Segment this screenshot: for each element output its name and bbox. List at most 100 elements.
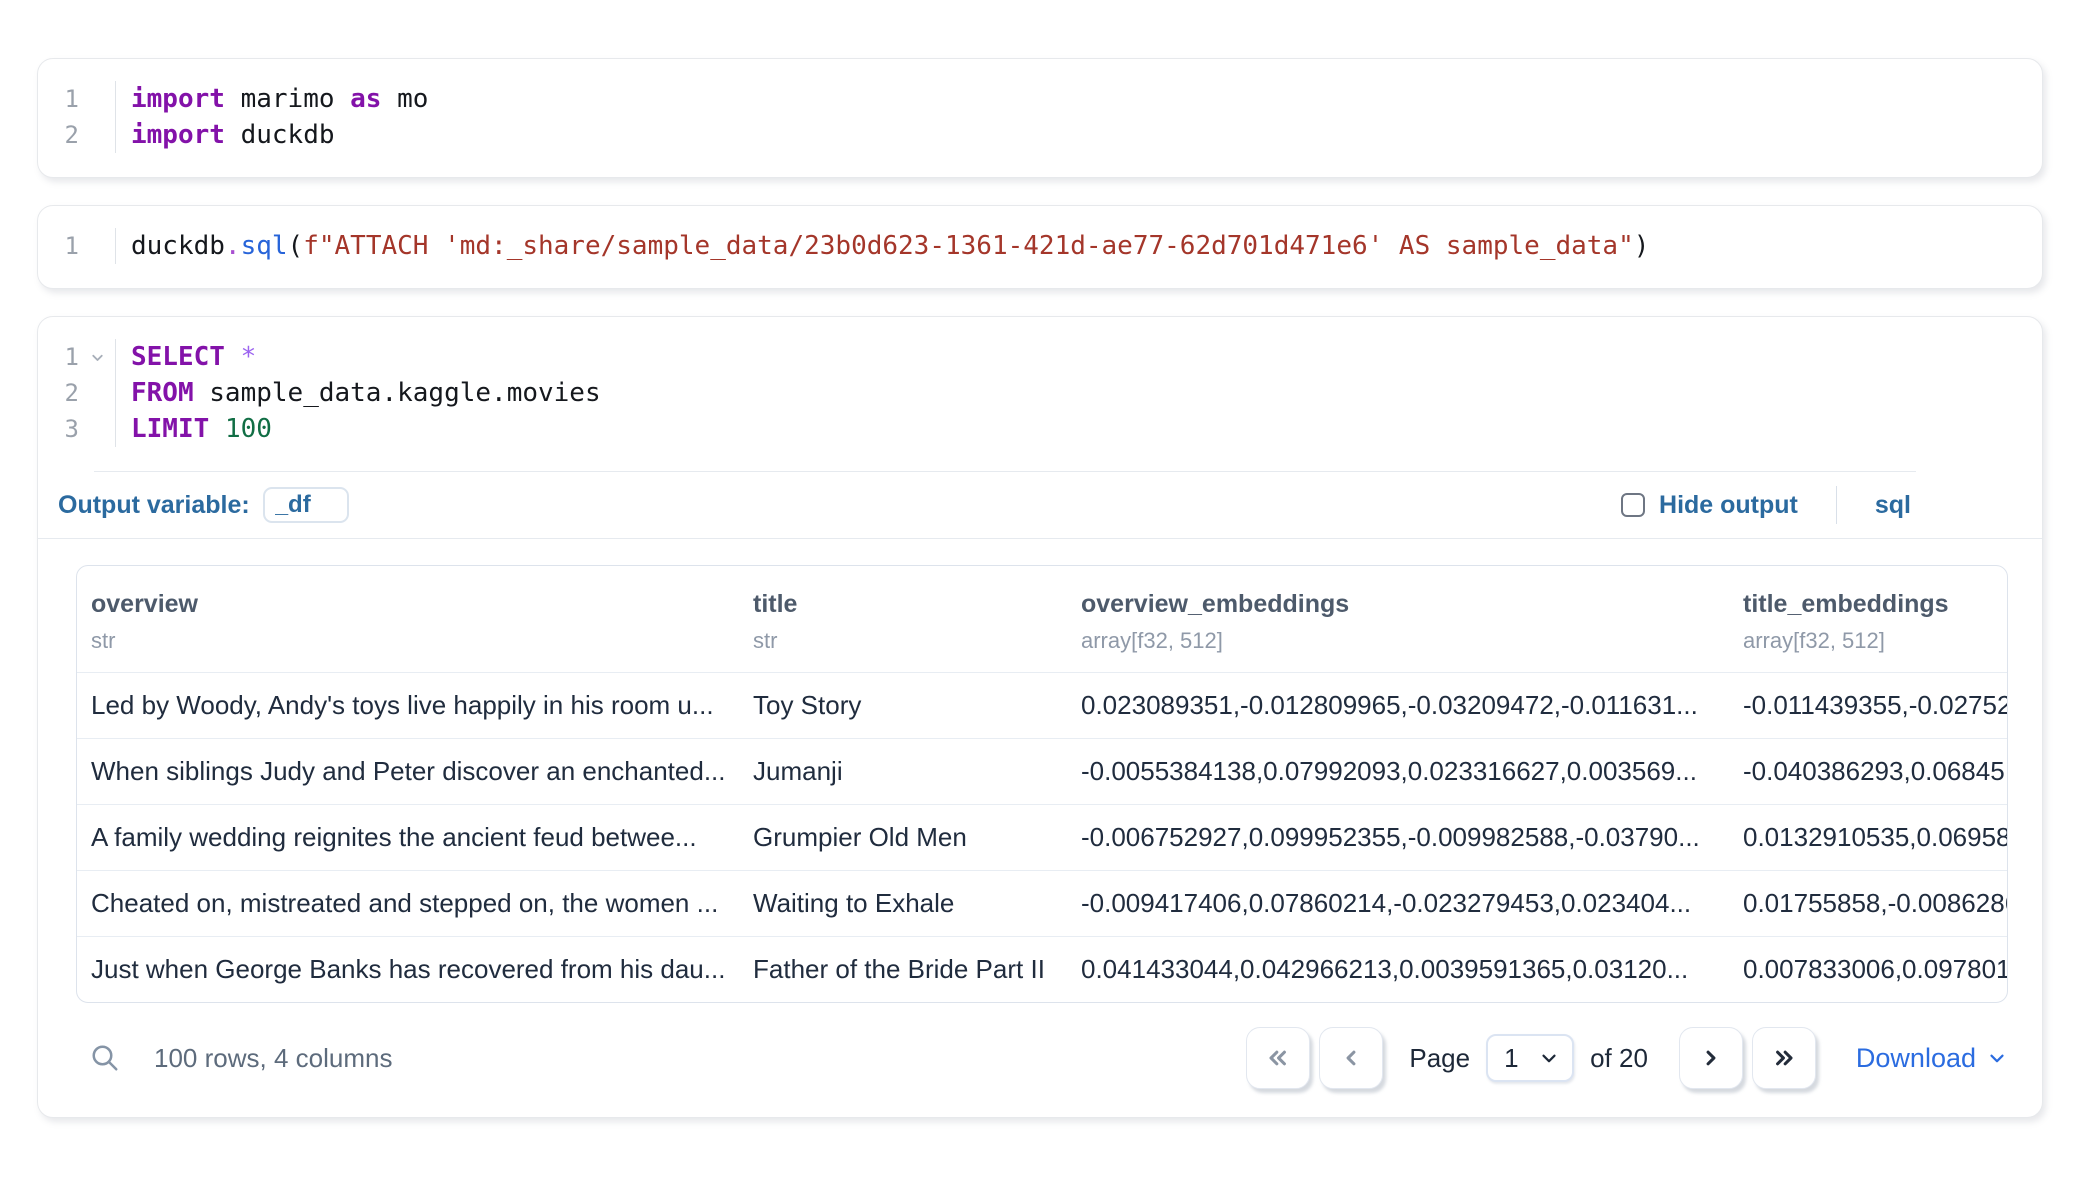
table-row[interactable]: Led by Woody, Andy's toys live happily i… bbox=[77, 672, 2007, 738]
code-token-plain: ) bbox=[1634, 231, 1650, 261]
code-token-num: 100 bbox=[225, 414, 272, 444]
code-token-kw: LIMIT bbox=[131, 414, 209, 444]
table-cell[interactable]: -0.0055384138,0.07992093,0.023316627,0.0… bbox=[1067, 739, 1729, 804]
line-number-gutter: 1 bbox=[38, 228, 116, 264]
table-cell[interactable]: Waiting to Exhale bbox=[739, 871, 1067, 936]
code-token-kw: as bbox=[350, 84, 381, 114]
cell-output-area: overviewstrtitlestroverview_embeddingsar… bbox=[38, 539, 2042, 1117]
output-variable-bar: Output variable: Hide output sql bbox=[38, 472, 2042, 538]
code-token-star: * bbox=[241, 342, 257, 372]
table-cell[interactable]: Just when George Banks has recovered fro… bbox=[77, 937, 739, 1002]
line-number: 3 bbox=[38, 415, 79, 443]
code-token-op: . bbox=[225, 231, 241, 261]
code-token-plain: ( bbox=[288, 231, 304, 261]
column-type: str bbox=[753, 628, 1045, 654]
table-row[interactable]: A family wedding reignites the ancient f… bbox=[77, 804, 2007, 870]
page-number-select[interactable]: 1 bbox=[1486, 1034, 1574, 1082]
code-lines[interactable]: SELECT *FROM sample_data.kaggle.moviesLI… bbox=[116, 339, 2042, 447]
code-lines[interactable]: duckdb.sql(f"ATTACH 'md:_share/sample_da… bbox=[116, 228, 2042, 264]
code-token-plain: duckdb bbox=[225, 120, 335, 150]
table-cell[interactable]: Jumanji bbox=[739, 739, 1067, 804]
output-variable-label: Output variable: bbox=[58, 491, 250, 520]
first-page-button[interactable] bbox=[1246, 1027, 1310, 1089]
code-editor[interactable]: 12import marimo as moimport duckdb bbox=[38, 59, 2042, 177]
table-cell[interactable]: -0.040386293,0.06845 bbox=[1729, 739, 2007, 804]
search-button[interactable] bbox=[90, 1043, 120, 1073]
table-cell[interactable]: -0.009417406,0.07860214,-0.023279453,0.0… bbox=[1067, 871, 1729, 936]
table-cell[interactable]: A family wedding reignites the ancient f… bbox=[77, 805, 739, 870]
column-header-overview[interactable]: overview str bbox=[77, 590, 739, 654]
table-header-row: overviewstrtitlestroverview_embeddingsar… bbox=[77, 566, 2007, 672]
code-token-str: f"ATTACH 'md:_share/sample_data/23b0d623… bbox=[303, 231, 1634, 261]
chevrons-left-icon bbox=[1264, 1044, 1292, 1072]
output-variable-input[interactable] bbox=[263, 487, 349, 523]
table-row[interactable]: When siblings Judy and Peter discover an… bbox=[77, 738, 2007, 804]
row-count-summary: 100 rows, 4 columns bbox=[154, 1043, 392, 1074]
chevron-right-icon bbox=[1697, 1044, 1725, 1072]
code-line[interactable]: SELECT * bbox=[131, 339, 2042, 375]
column-type: array[f32, 512] bbox=[1743, 628, 1985, 654]
code-line[interactable]: import marimo as mo bbox=[131, 81, 2042, 117]
column-header-title_embeddings[interactable]: title_embeddings array[f32, 512] bbox=[1729, 590, 2007, 654]
table-cell[interactable]: When siblings Judy and Peter discover an… bbox=[77, 739, 739, 804]
line-number: 1 bbox=[38, 85, 79, 113]
download-button[interactable]: Download bbox=[1856, 1043, 2008, 1074]
column-header-overview_embeddings[interactable]: overview_embeddingsarray[f32, 512] bbox=[1067, 590, 1729, 654]
search-icon bbox=[90, 1043, 120, 1073]
column-header-title[interactable]: title str bbox=[739, 590, 1067, 654]
line-number-gutter: 12 bbox=[38, 81, 116, 153]
code-line[interactable]: LIMIT 100 bbox=[131, 411, 2042, 447]
line-number-gutter: 123 bbox=[38, 339, 116, 447]
page-total-label: of 20 bbox=[1590, 1043, 1648, 1074]
table-cell[interactable]: 0.041433044,0.042966213,0.0039591365,0.0… bbox=[1067, 937, 1729, 1002]
table-cell[interactable]: -0.011439355,-0.02752 bbox=[1729, 673, 2007, 738]
fold-chevron-down-icon[interactable] bbox=[79, 349, 115, 366]
line-number: 2 bbox=[38, 121, 79, 149]
table-cell[interactable]: 0.0132910535,0.06958 bbox=[1729, 805, 2007, 870]
code-cell-attach: 1 duckdb.sql(f"ATTACH 'md:_share/sample_d… bbox=[37, 205, 2043, 289]
table-cell[interactable]: Father of the Bride Part II bbox=[739, 937, 1067, 1002]
code-line[interactable]: FROM sample_data.kaggle.movies bbox=[131, 375, 2042, 411]
column-name: title bbox=[753, 590, 1045, 619]
code-editor[interactable]: 1 duckdb.sql(f"ATTACH 'md:_share/sample_d… bbox=[38, 206, 2042, 288]
table-row[interactable]: Cheated on, mistreated and stepped on, t… bbox=[77, 870, 2007, 936]
column-name: title_embeddings bbox=[1743, 590, 1985, 619]
code-token-kw: import bbox=[131, 120, 225, 150]
chevrons-right-icon bbox=[1770, 1044, 1798, 1072]
last-page-button[interactable] bbox=[1752, 1027, 1816, 1089]
table-footer: 100 rows, 4 columns Page 1 of 20 bbox=[76, 1027, 2008, 1089]
table-cell[interactable]: Led by Woody, Andy's toys live happily i… bbox=[77, 673, 739, 738]
table-cell[interactable]: 0.01755858,-0.0086286 bbox=[1729, 871, 2007, 936]
hide-output-label[interactable]: Hide output bbox=[1659, 491, 1798, 520]
table-cell[interactable]: Grumpier Old Men bbox=[739, 805, 1067, 870]
table-cell[interactable]: Toy Story bbox=[739, 673, 1067, 738]
column-name: overview_embeddings bbox=[1081, 590, 1707, 619]
line-number: 1 bbox=[38, 232, 79, 260]
chevron-left-icon bbox=[1337, 1044, 1365, 1072]
table-row[interactable]: Just when George Banks has recovered fro… bbox=[77, 936, 2007, 1002]
table-cell[interactable]: Cheated on, mistreated and stepped on, t… bbox=[77, 871, 739, 936]
vertical-divider bbox=[1836, 486, 1837, 524]
code-token-plain: marimo bbox=[225, 84, 350, 114]
previous-page-button[interactable] bbox=[1319, 1027, 1383, 1089]
table-cell[interactable]: -0.006752927,0.099952355,-0.009982588,-0… bbox=[1067, 805, 1729, 870]
table-cell[interactable]: 0.023089351,-0.012809965,-0.03209472,-0.… bbox=[1067, 673, 1729, 738]
code-editor[interactable]: 123 SELECT *FROM sample_data.kaggle.movie… bbox=[38, 317, 2042, 471]
code-token-plain: duckdb bbox=[131, 231, 225, 261]
language-badge: sql bbox=[1875, 491, 1911, 520]
code-token-plain bbox=[209, 414, 225, 444]
code-lines[interactable]: import marimo as moimport duckdb bbox=[116, 81, 2042, 153]
code-line[interactable]: import duckdb bbox=[131, 117, 2042, 153]
column-type: str bbox=[91, 628, 717, 654]
code-cell-imports: 12import marimo as moimport duckdb bbox=[37, 58, 2043, 178]
hide-output-checkbox[interactable] bbox=[1621, 493, 1645, 517]
line-number: 1 bbox=[38, 343, 79, 371]
code-line[interactable]: duckdb.sql(f"ATTACH 'md:_share/sample_da… bbox=[131, 228, 2042, 264]
next-page-button[interactable] bbox=[1679, 1027, 1743, 1089]
code-token-kw: FROM bbox=[131, 378, 194, 408]
column-name: overview bbox=[91, 590, 717, 619]
page-number-value: 1 bbox=[1504, 1043, 1518, 1074]
code-token-plain: sample_data.kaggle.movies bbox=[194, 378, 601, 408]
code-token-plain: mo bbox=[381, 84, 428, 114]
table-cell[interactable]: 0.007833006,0.097801 bbox=[1729, 937, 2007, 1002]
